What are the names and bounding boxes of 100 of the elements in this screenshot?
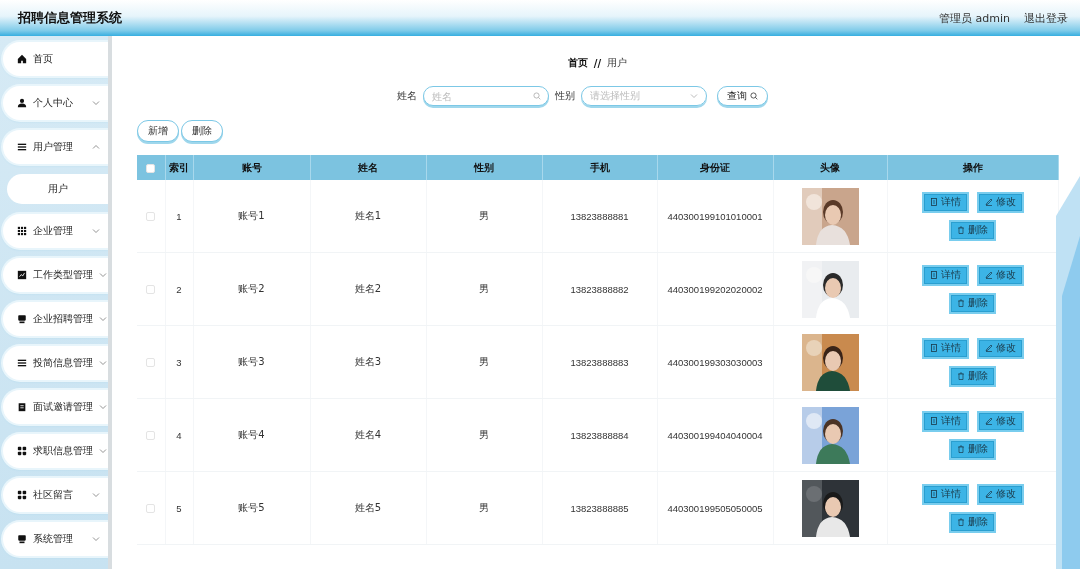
name-label: 姓名 [397, 89, 417, 103]
edit-button[interactable]: 修改 [976, 337, 1024, 359]
delete-button[interactable]: 删除 [181, 120, 223, 142]
sidebar-item[interactable]: 用户管理 [3, 130, 108, 164]
trash-icon [957, 226, 965, 234]
apps-icon [17, 490, 27, 500]
apps-icon [17, 446, 27, 456]
add-button[interactable]: 新增 [137, 120, 179, 142]
edit-button[interactable]: 修改 [976, 483, 1024, 505]
monitor-icon [17, 534, 27, 544]
sidebar-item[interactable]: 工作类型管理 [3, 258, 108, 292]
edit-button[interactable]: 修改 [976, 264, 1024, 286]
table-cell: 账号2 [193, 252, 310, 326]
table-cell: 账号4 [193, 398, 310, 472]
table-cell: 440300199505050005 [657, 471, 773, 545]
sidebar-item[interactable]: 系统管理 [3, 522, 108, 556]
table-cell: 男 [426, 471, 542, 545]
edit-button[interactable]: 修改 [976, 410, 1024, 432]
detail-button[interactable]: 详情 [921, 337, 969, 359]
clipboard-icon [17, 402, 27, 412]
pencil-icon [984, 344, 993, 352]
table-cell: 男 [426, 398, 542, 472]
table-cell: 姓名5 [310, 471, 426, 545]
table-cell: 账号1 [193, 180, 310, 253]
row-checkbox[interactable] [146, 212, 156, 221]
column-header: 手机 [542, 155, 657, 180]
app-title: 招聘信息管理系统 [18, 9, 122, 27]
monitor-icon [17, 314, 27, 324]
table-cell: 13823888884 [542, 398, 657, 472]
row-checkbox[interactable] [146, 285, 156, 294]
table-cell: 5 [165, 471, 193, 545]
table-cell: 4 [165, 398, 193, 472]
pencil-icon [984, 271, 993, 279]
table-cell: 13823888885 [542, 471, 657, 545]
trash-icon [957, 299, 965, 307]
chevron-icon [690, 92, 698, 100]
table-cell: 姓名1 [310, 180, 426, 253]
chevron-icon [99, 315, 107, 323]
pencil-icon [984, 417, 993, 425]
table-cell: 姓名4 [310, 398, 426, 472]
trash-icon [957, 372, 965, 380]
select-all-checkbox[interactable] [146, 163, 156, 173]
column-header: 操作 [887, 155, 1058, 180]
sidebar-item[interactable]: 面试邀请管理 [3, 390, 108, 424]
chevron-icon [92, 535, 100, 543]
name-search-field[interactable]: 姓名 [423, 86, 549, 106]
table-cell: 13823888881 [542, 180, 657, 253]
detail-button[interactable]: 详情 [921, 264, 969, 286]
sidebar-item[interactable]: 企业管理 [3, 214, 108, 248]
pencil-icon [984, 490, 993, 498]
table-cell: 440300199404040004 [657, 398, 773, 472]
detail-button[interactable]: 详情 [921, 410, 969, 432]
sidebar-item[interactable]: 社区留言 [3, 478, 108, 512]
sidebar-item[interactable]: 投简信息管理 [3, 346, 108, 380]
table-cell: 账号5 [193, 471, 310, 545]
delete-button[interactable]: 删除 [949, 219, 996, 241]
chevron-icon [92, 227, 100, 235]
chevron-icon [99, 359, 107, 367]
delete-button[interactable]: 删除 [949, 511, 996, 533]
column-header: 身份证 [657, 155, 773, 180]
query-button[interactable]: 查询 [717, 86, 768, 106]
sidebar-item[interactable]: 企业招聘管理 [3, 302, 108, 336]
grid-icon [17, 226, 27, 236]
table-cell: 13823888883 [542, 325, 657, 399]
sidebar-item[interactable]: 首页 [3, 42, 108, 76]
document-icon [929, 271, 938, 279]
table-cell: 姓名2 [310, 252, 426, 326]
sidebar-item[interactable]: 个人中心 [3, 86, 108, 120]
table-cell: 男 [426, 325, 542, 399]
breadcrumb-home[interactable]: 首页 [567, 56, 588, 70]
detail-button[interactable]: 详情 [921, 483, 969, 505]
user-icon [17, 98, 27, 108]
row-checkbox[interactable] [146, 431, 156, 440]
column-header: 索引 [165, 155, 193, 180]
pencil-icon [984, 198, 993, 206]
chevron-icon [99, 403, 107, 411]
detail-button[interactable]: 详情 [921, 191, 969, 213]
row-checkbox[interactable] [146, 358, 156, 367]
table-cell: 男 [426, 252, 542, 326]
chevron-icon [92, 491, 100, 499]
delete-button[interactable]: 删除 [949, 438, 996, 460]
chevron-icon [92, 143, 100, 151]
list-icon [17, 358, 27, 368]
search-icon [533, 92, 541, 100]
search-icon [750, 92, 758, 100]
trash-icon [957, 518, 965, 526]
sidebar-subitem[interactable]: 用户 [7, 174, 108, 204]
row-checkbox[interactable] [146, 504, 156, 513]
delete-button[interactable]: 删除 [949, 365, 996, 387]
document-icon [929, 198, 938, 206]
edit-button[interactable]: 修改 [976, 191, 1024, 213]
document-icon [929, 417, 938, 425]
table-cell: 2 [165, 252, 193, 326]
chart-icon [17, 270, 27, 280]
table-cell: 440300199202020002 [657, 252, 773, 326]
table-cell: 440300199101010001 [657, 180, 773, 253]
home-icon [17, 54, 27, 64]
sidebar-item[interactable]: 求职信息管理 [3, 434, 108, 468]
delete-button[interactable]: 删除 [949, 292, 996, 314]
logout-link[interactable]: 退出登录 [1024, 10, 1068, 26]
